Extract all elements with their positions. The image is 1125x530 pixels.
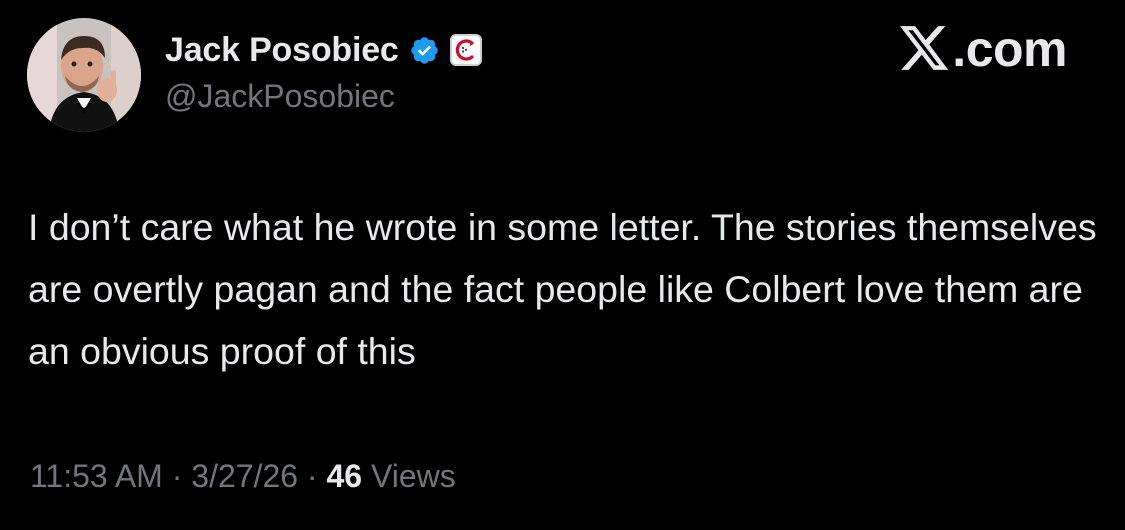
tweet-text: I don’t care what he wrote in some lette… — [28, 206, 1097, 372]
x-logo-icon — [900, 26, 949, 70]
tweet-metadata: 11:53 AM · 3/27/26 · 46 Views — [30, 458, 456, 495]
views-count[interactable]: 46 — [326, 458, 362, 494]
meta-separator: · — [298, 458, 327, 494]
affiliate-badge-icon[interactable] — [449, 34, 482, 66]
author-display-name[interactable]: Jack Posobiec — [165, 31, 399, 70]
verified-checkmark-icon[interactable] — [409, 35, 440, 66]
avatar-image — [27, 18, 141, 132]
views-label: Views — [362, 458, 456, 494]
x-com-watermark: .com — [900, 24, 1067, 74]
meta-separator: · — [162, 458, 192, 494]
tweet-date[interactable]: 3/27/26 — [191, 458, 298, 494]
author-handle[interactable]: @JackPosobiec — [165, 78, 395, 115]
tweet-time[interactable]: 11:53 AM — [30, 458, 163, 494]
watermark-domain-suffix: .com — [952, 21, 1067, 77]
author-avatar[interactable] — [27, 18, 141, 132]
author-name-row: Jack Posobiec — [165, 28, 482, 72]
affiliate-logo-icon — [455, 39, 474, 61]
